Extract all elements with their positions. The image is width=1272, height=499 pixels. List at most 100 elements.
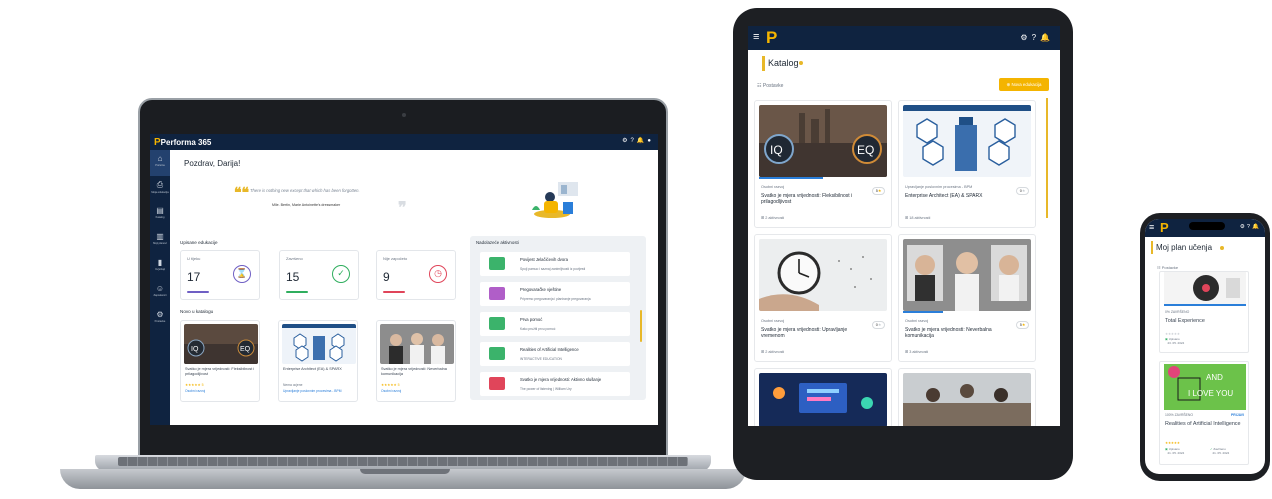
- rating-badge: 0★: [872, 321, 885, 329]
- catalog-card[interactable]: Upravljanje poslovnim procesima - BPM 0★…: [898, 100, 1036, 228]
- sidebar-item-catalog[interactable]: ▤ Katalog: [150, 202, 170, 228]
- card-category: Osobni razvoj: [761, 319, 785, 323]
- top-bar: ≡ P ⚙?🔔: [748, 26, 1060, 50]
- report-link[interactable]: PRIJAVI: [1231, 413, 1244, 417]
- home-icon: ⌂: [157, 154, 163, 163]
- sidebar-item-settings[interactable]: ⚙ Postavke: [150, 306, 170, 332]
- stat-card-in-progress[interactable]: U tijeku 17 ⌛: [180, 250, 260, 300]
- card-category: Upravljanje poslovnim procesima - BPM: [905, 185, 973, 189]
- settings-link[interactable]: ☷ Postavke: [1157, 265, 1178, 270]
- sidebar-item-reports[interactable]: ▮ Izvještaji: [150, 254, 170, 280]
- iq-eq-image: IQ EQ: [759, 105, 887, 177]
- plans-icon: ▥: [156, 232, 164, 241]
- check-icon: ✓: [332, 265, 350, 283]
- card-category[interactable]: Osobni razvoj: [381, 389, 401, 393]
- ai-love-image: AND I LOVE YOU: [1164, 364, 1246, 410]
- activity-item[interactable]: Pregovaračke vještine Pripremo pregovara…: [480, 282, 630, 306]
- women-faces-image: [903, 239, 1031, 311]
- completion-percent: 0% ZAVRŠENO: [1165, 310, 1190, 314]
- app-logo[interactable]: PPerforma 365: [154, 137, 211, 148]
- settings-link[interactable]: ☷ Postavke: [757, 83, 783, 89]
- rating-badge: 5★: [1016, 321, 1029, 329]
- card-title: Realities of Artificial Intelligence: [1165, 421, 1241, 427]
- stat-bar: [187, 291, 209, 293]
- catalog-card[interactable]: Enterprise Architect (EA) & SPARX Nema o…: [278, 320, 358, 402]
- sidebar-item-employees[interactable]: ☺ Zaposlenici: [150, 280, 170, 306]
- catalog-card[interactable]: IQ EQ Osobni razvoj 5★ Svatko je mjera v…: [754, 100, 892, 228]
- settings-icon: ⚙: [156, 310, 164, 319]
- top-icons: ⚙?🔔: [1020, 33, 1054, 42]
- gear-icon[interactable]: ⚙: [622, 138, 630, 144]
- list-icon: [489, 317, 505, 330]
- top-icons: ⚙?🔔●: [622, 137, 654, 144]
- panel-scrollbar[interactable]: [640, 310, 642, 342]
- vinyl-image: [1164, 272, 1246, 304]
- devices-mockup: PPerforma 365 ⚙?🔔● ⌂ Početna ⎙ Moja edukac…: [0, 0, 1272, 499]
- laptop-keyboard: [118, 457, 688, 466]
- architecture-image: [282, 324, 356, 364]
- dynamic-island: [1189, 222, 1225, 230]
- svg-text:IQ: IQ: [770, 143, 783, 157]
- activity-item[interactable]: Svatko je mjera vrijednosti: Aktivno slu…: [480, 372, 630, 396]
- card-activities: ⊞ 2 aktivnosti: [761, 350, 785, 354]
- catalog-icon: ▤: [156, 206, 164, 215]
- card-title: Svatko je mjera vrijednosti: Fleksibilno…: [185, 367, 255, 376]
- iq-eq-image: IQ EQ: [184, 324, 258, 364]
- app-logo[interactable]: P: [766, 28, 777, 48]
- card-category[interactable]: Upravljanje poslovnim procesima - BPM: [283, 389, 341, 393]
- greeting: Pozdrav, Darija!: [184, 159, 241, 168]
- card-rating: ★★★★★: [1165, 441, 1180, 445]
- sidebar-item-plans[interactable]: ▥ Moji planovi: [150, 228, 170, 254]
- stat-card-completed[interactable]: Završeno 15 ✓: [279, 250, 359, 300]
- activity-item[interactable]: Realities of Artificial Intelligence INT…: [480, 342, 630, 366]
- activity-item[interactable]: Prva pomoć Kako pružiti prvu pomoć: [480, 312, 630, 336]
- card-category: Osobni razvoj: [905, 319, 929, 323]
- catalog-card[interactable]: Osobni razvoj 0★ Svatko je mjera vrijedn…: [754, 234, 892, 362]
- menu-icon[interactable]: ≡: [753, 31, 759, 43]
- catalog-card[interactable]: Svatko je mjera vrijednosti: Neverbalna …: [376, 320, 456, 402]
- catalog-card[interactable]: [754, 368, 892, 426]
- scrollbar[interactable]: [1046, 98, 1048, 218]
- bell-icon[interactable]: 🔔: [637, 138, 647, 144]
- stat-card-not-started[interactable]: Nije započeto 9 ◷: [376, 250, 456, 300]
- app-logo[interactable]: P: [1160, 220, 1169, 235]
- main-content: Pozdrav, Darija! ❝❝ There is nothing new…: [170, 150, 658, 425]
- svg-text:IQ: IQ: [191, 346, 199, 353]
- catalog-card[interactable]: IQ EQ Svatko je mjera vrijednosti: Fleks…: [180, 320, 260, 402]
- reading-illustration: [532, 182, 578, 218]
- laptop-screen: PPerforma 365 ⚙?🔔● ⌂ Početna ⎙ Moja edukac…: [150, 134, 658, 425]
- plan-card[interactable]: AND I LOVE YOU 100% ZAVRŠENO PRIJAVI Rea…: [1159, 361, 1249, 465]
- card-category[interactable]: Osobni razvoj: [185, 389, 205, 393]
- gear-icon[interactable]: ⚙: [1240, 224, 1247, 230]
- stat-value: 15: [286, 270, 300, 284]
- progress-bar: [903, 311, 943, 313]
- stat-label: U tijeku: [187, 256, 201, 261]
- tablet-screen: ≡ P ⚙?🔔 Katalog ☷ Postavke ⊕ Nova edukac…: [748, 26, 1060, 426]
- plan-card[interactable]: 0% ZAVRŠENO Total Experience ★★★★★ ▣ Upi…: [1159, 271, 1249, 353]
- document-icon: [489, 287, 505, 300]
- activity-item[interactable]: Povijest Jelačićevih dvora Spoji pamuo i…: [480, 252, 630, 276]
- avatar[interactable]: ●: [647, 138, 654, 144]
- stat-value: 9: [383, 270, 390, 284]
- card-title: Svatko je mjera vrijednosti: Upravljanje…: [761, 327, 848, 339]
- catalog-card[interactable]: [898, 368, 1036, 426]
- phone-screen: ≡ P ⚙?🔔 Moj plan učenja ☷ Postavke 0% ZA…: [1145, 219, 1265, 474]
- help-icon[interactable]: ?: [1032, 33, 1040, 42]
- card-subtitle: Nema ocjene: [283, 383, 303, 387]
- card-rating: ★★★★★: [1165, 332, 1180, 336]
- catalog-card[interactable]: Osobni razvoj 5★ Svatko je mjera vrijedn…: [898, 234, 1036, 362]
- quote-text: There is nothing new except that which h…: [250, 188, 360, 193]
- completed-date: ✓ Završeno 21. 05. 2024: [1210, 447, 1230, 455]
- menu-icon[interactable]: ≡: [1149, 222, 1154, 232]
- bell-icon[interactable]: 🔔: [1252, 224, 1261, 230]
- video-icon: [489, 377, 505, 390]
- card-activities: ⊞ 2 aktivnosti: [761, 216, 785, 220]
- new-education-button[interactable]: ⊕ Nova edukacija: [999, 78, 1049, 91]
- gear-icon[interactable]: ⚙: [1020, 33, 1031, 42]
- sidebar-item-home[interactable]: ⌂ Početna: [150, 150, 170, 176]
- clock-icon: ◷: [429, 265, 447, 283]
- card-rating: ★★★★★ 5: [185, 383, 204, 387]
- sidebar-item-my-education[interactable]: ⎙ Moja edukacija: [150, 176, 170, 202]
- card-title: Total Experience: [1165, 318, 1205, 324]
- bell-icon[interactable]: 🔔: [1040, 33, 1054, 42]
